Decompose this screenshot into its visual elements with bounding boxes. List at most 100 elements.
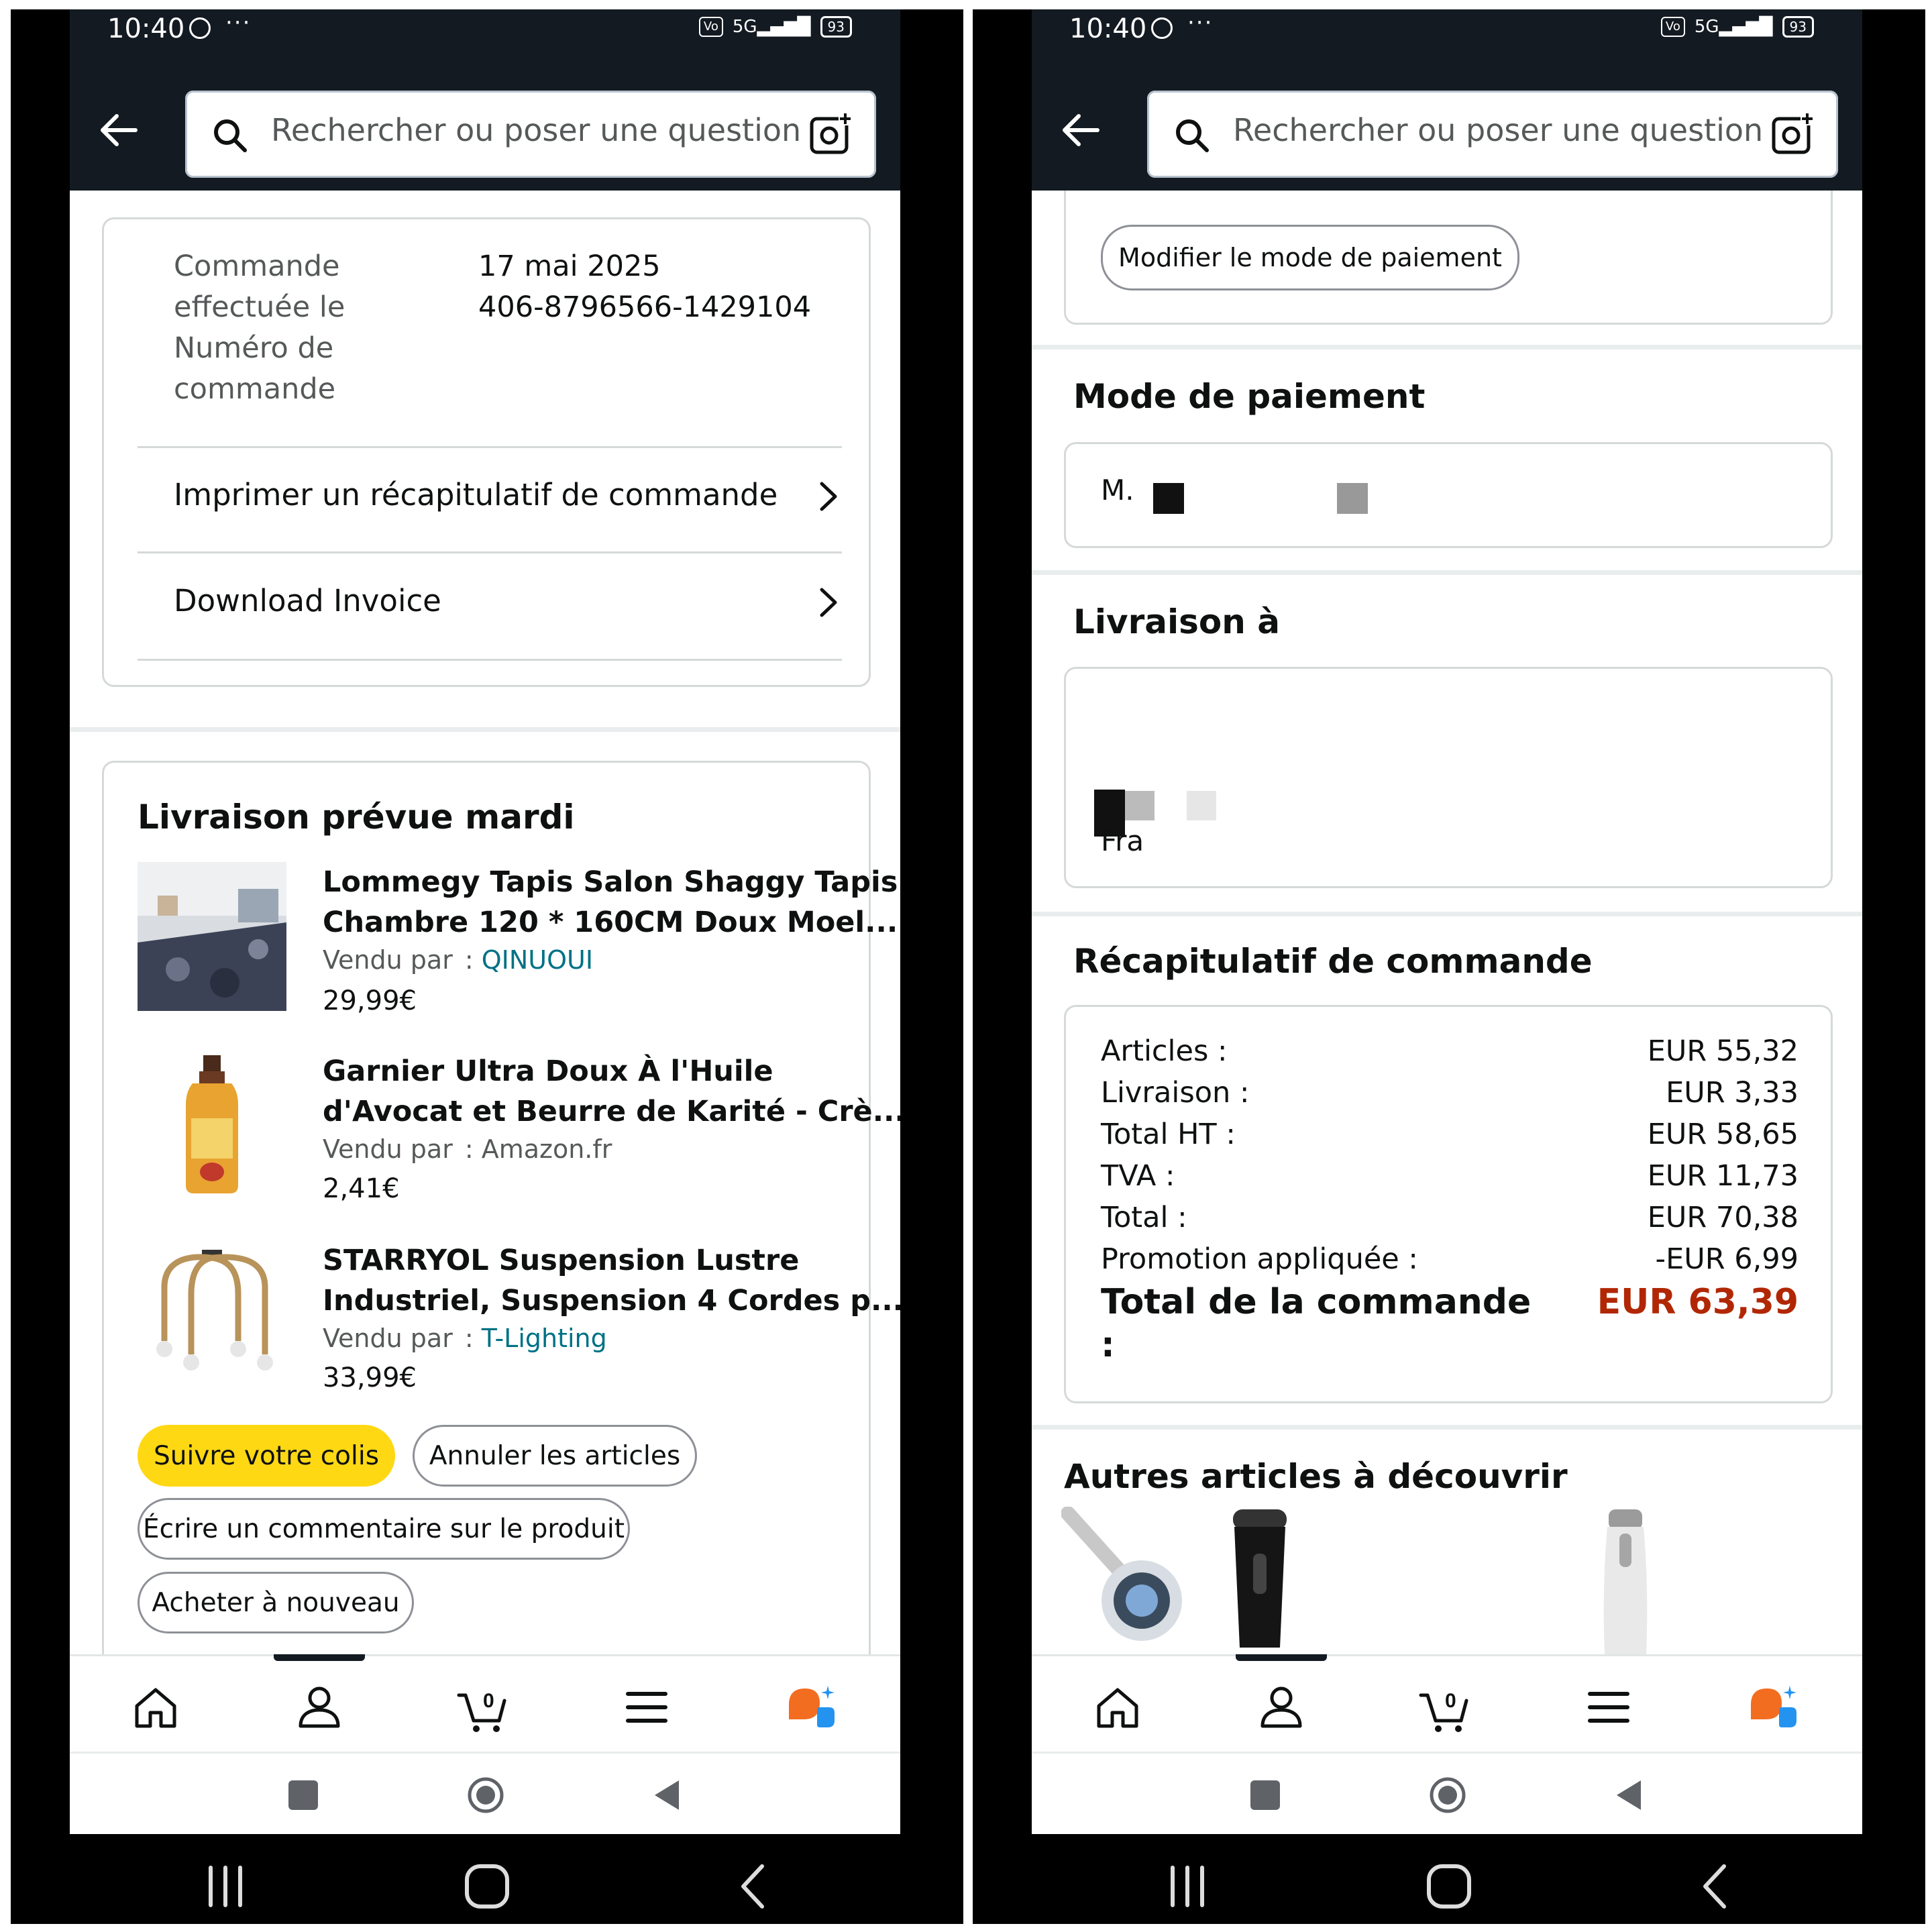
- home-icon: [135, 1688, 176, 1728]
- back-triangle-icon[interactable]: [649, 1776, 687, 1814]
- change-payment-button[interactable]: Modifier le mode de paiement: [1101, 225, 1519, 290]
- status-bar: 10:40 ··· Vo 5G▂▄▆█ 93: [1032, 9, 1862, 73]
- chevron-right-icon: [820, 588, 837, 617]
- recent-apps-icon[interactable]: [200, 1861, 251, 1912]
- hand-blender-product-image[interactable]: [1061, 1507, 1195, 1654]
- pendant-lamp-product-image[interactable]: [138, 1240, 286, 1389]
- section-separator: [1032, 345, 1862, 350]
- recents-square-icon[interactable]: [284, 1776, 322, 1814]
- order-summary-card: Articles : EUR 55,32 Livraison : EUR 3,33 …: [1064, 1005, 1833, 1403]
- redaction-block: [1187, 791, 1216, 820]
- search-input[interactable]: Rechercher ou poser une question: [1147, 91, 1838, 178]
- status-time: 10:40: [107, 13, 185, 44]
- divider: [138, 551, 842, 553]
- cancel-items-button[interactable]: Annuler les articles: [413, 1425, 697, 1487]
- back-button-icon[interactable]: [729, 1861, 780, 1912]
- item-price: 29,99€: [323, 985, 417, 1016]
- tab-home[interactable]: [1091, 1680, 1144, 1734]
- status-icons: Vo 5G▂▄▆█ 93: [698, 16, 852, 38]
- delivery-title: Livraison prévue mardi: [138, 798, 575, 837]
- search-input[interactable]: Rechercher ou poser une question: [185, 91, 876, 178]
- item-title[interactable]: STARRYOL Suspension Lustre Industriel, Su…: [323, 1240, 900, 1321]
- status-time: 10:40: [1069, 13, 1147, 44]
- divider: [138, 659, 842, 661]
- order-summary-title: Récapitulatif de commande: [1073, 942, 1593, 981]
- home-circle-icon[interactable]: [467, 1776, 504, 1814]
- signal-icon: 5G▂▄▆█: [1694, 17, 1773, 37]
- signal-icon: 5G▂▄▆█: [732, 17, 811, 37]
- home-button-icon[interactable]: [1424, 1861, 1474, 1912]
- chevron-right-icon: [820, 482, 837, 511]
- section-separator: [1032, 570, 1862, 575]
- back-triangle-icon[interactable]: [1611, 1776, 1649, 1814]
- order-grand-total: Total de la commande : EUR 63,39: [1101, 1282, 1799, 1365]
- delivery-address-title: Livraison à: [1073, 602, 1280, 641]
- section-separator: [70, 727, 900, 732]
- section-separator: [1032, 1425, 1862, 1430]
- download-invoice-label: Download Invoice: [174, 583, 441, 619]
- delivery-country-text: Fra: [1101, 824, 1144, 857]
- search-placeholder: Rechercher ou poser une question: [1233, 112, 1764, 148]
- item-title[interactable]: Lommegy Tapis Salon Shaggy Tapis Chambre …: [323, 862, 898, 943]
- buy-again-button[interactable]: Acheter à nouveau: [138, 1572, 414, 1633]
- tab-menu[interactable]: [620, 1680, 674, 1734]
- payment-method-text: M.: [1101, 474, 1134, 506]
- redaction-block: [1153, 483, 1184, 514]
- search-header: Rechercher ou poser une question: [70, 73, 900, 191]
- hamburger-menu-icon: [1588, 1692, 1629, 1723]
- whatsapp-icon: [1151, 17, 1173, 39]
- camera-search-icon[interactable]: [808, 111, 855, 158]
- more-notifications-icon: ···: [225, 9, 252, 36]
- recent-apps-icon[interactable]: [1162, 1861, 1213, 1912]
- hamburger-menu-icon: [626, 1692, 667, 1723]
- tab-cart[interactable]: 0: [456, 1680, 510, 1734]
- order-date: 17 mai 2025: [478, 250, 661, 283]
- back-button-icon[interactable]: [1690, 1861, 1741, 1912]
- tab-rufus[interactable]: [1747, 1680, 1801, 1734]
- back-arrow-icon[interactable]: [95, 107, 142, 154]
- tab-account[interactable]: [292, 1680, 346, 1734]
- rug-product-image[interactable]: [138, 862, 286, 1011]
- cart-count: 0: [1445, 1690, 1456, 1712]
- seller-link[interactable]: T-Lighting: [482, 1324, 607, 1353]
- redaction-block: [1337, 483, 1368, 514]
- active-tab-indicator: [274, 1654, 365, 1661]
- home-circle-icon[interactable]: [1429, 1776, 1466, 1814]
- tab-menu[interactable]: [1582, 1680, 1635, 1734]
- user-icon: [1260, 1686, 1302, 1728]
- download-invoice-link[interactable]: Download Invoice: [104, 555, 849, 655]
- tab-rufus[interactable]: [785, 1680, 839, 1734]
- print-summary-link[interactable]: Imprimer un récapitulatif de commande: [104, 449, 849, 549]
- summary-row-vat: TVA : EUR 11,73: [1101, 1159, 1799, 1193]
- more-notifications-icon: ···: [1187, 9, 1214, 36]
- item-title[interactable]: Garnier Ultra Doux À l'Huile d'Avocat et …: [323, 1051, 900, 1132]
- recents-square-icon[interactable]: [1246, 1776, 1284, 1814]
- search-icon: [214, 119, 247, 152]
- item-seller: Vendu par: T-Lighting: [323, 1324, 607, 1353]
- home-button-icon[interactable]: [462, 1861, 513, 1912]
- blender-motor-product-image[interactable]: [1213, 1507, 1313, 1654]
- seller-link[interactable]: QINUOUI: [482, 945, 593, 975]
- camera-search-icon[interactable]: [1770, 111, 1817, 158]
- status-bar: 10:40 ··· Vo 5G▂▄▆█ 93: [70, 9, 900, 73]
- system-nav-bar: [973, 1834, 1925, 1924]
- back-arrow-icon[interactable]: [1057, 107, 1104, 154]
- system-nav-bar: [11, 1834, 963, 1924]
- payment-method-title: Mode de paiement: [1073, 377, 1426, 416]
- tab-cart[interactable]: 0: [1418, 1680, 1472, 1734]
- tab-account[interactable]: [1254, 1680, 1308, 1734]
- cart-count: 0: [483, 1690, 494, 1712]
- app-screen: 10:40 ··· Vo 5G▂▄▆█ 93 Modifier le mode …: [1032, 9, 1862, 1834]
- cart-icon: 0: [457, 1690, 506, 1732]
- tab-home[interactable]: [129, 1680, 182, 1734]
- redaction-block: [1125, 791, 1155, 820]
- android-nav-bar: [70, 1752, 900, 1834]
- summary-row-promotion: Promotion appliquée : -EUR 6,99: [1101, 1242, 1799, 1276]
- track-package-button[interactable]: Suivre votre colis: [138, 1425, 395, 1487]
- shipment-card: Livraison prévue mardi Lommegy Tapis Sal…: [102, 761, 900, 1700]
- battery-icon: 93: [820, 16, 852, 38]
- shampoo-product-image[interactable]: [138, 1051, 286, 1200]
- divider: [138, 446, 842, 448]
- white-blender-product-image[interactable]: [1582, 1507, 1669, 1654]
- write-review-button[interactable]: Écrire un commentaire sur le produit: [138, 1498, 630, 1560]
